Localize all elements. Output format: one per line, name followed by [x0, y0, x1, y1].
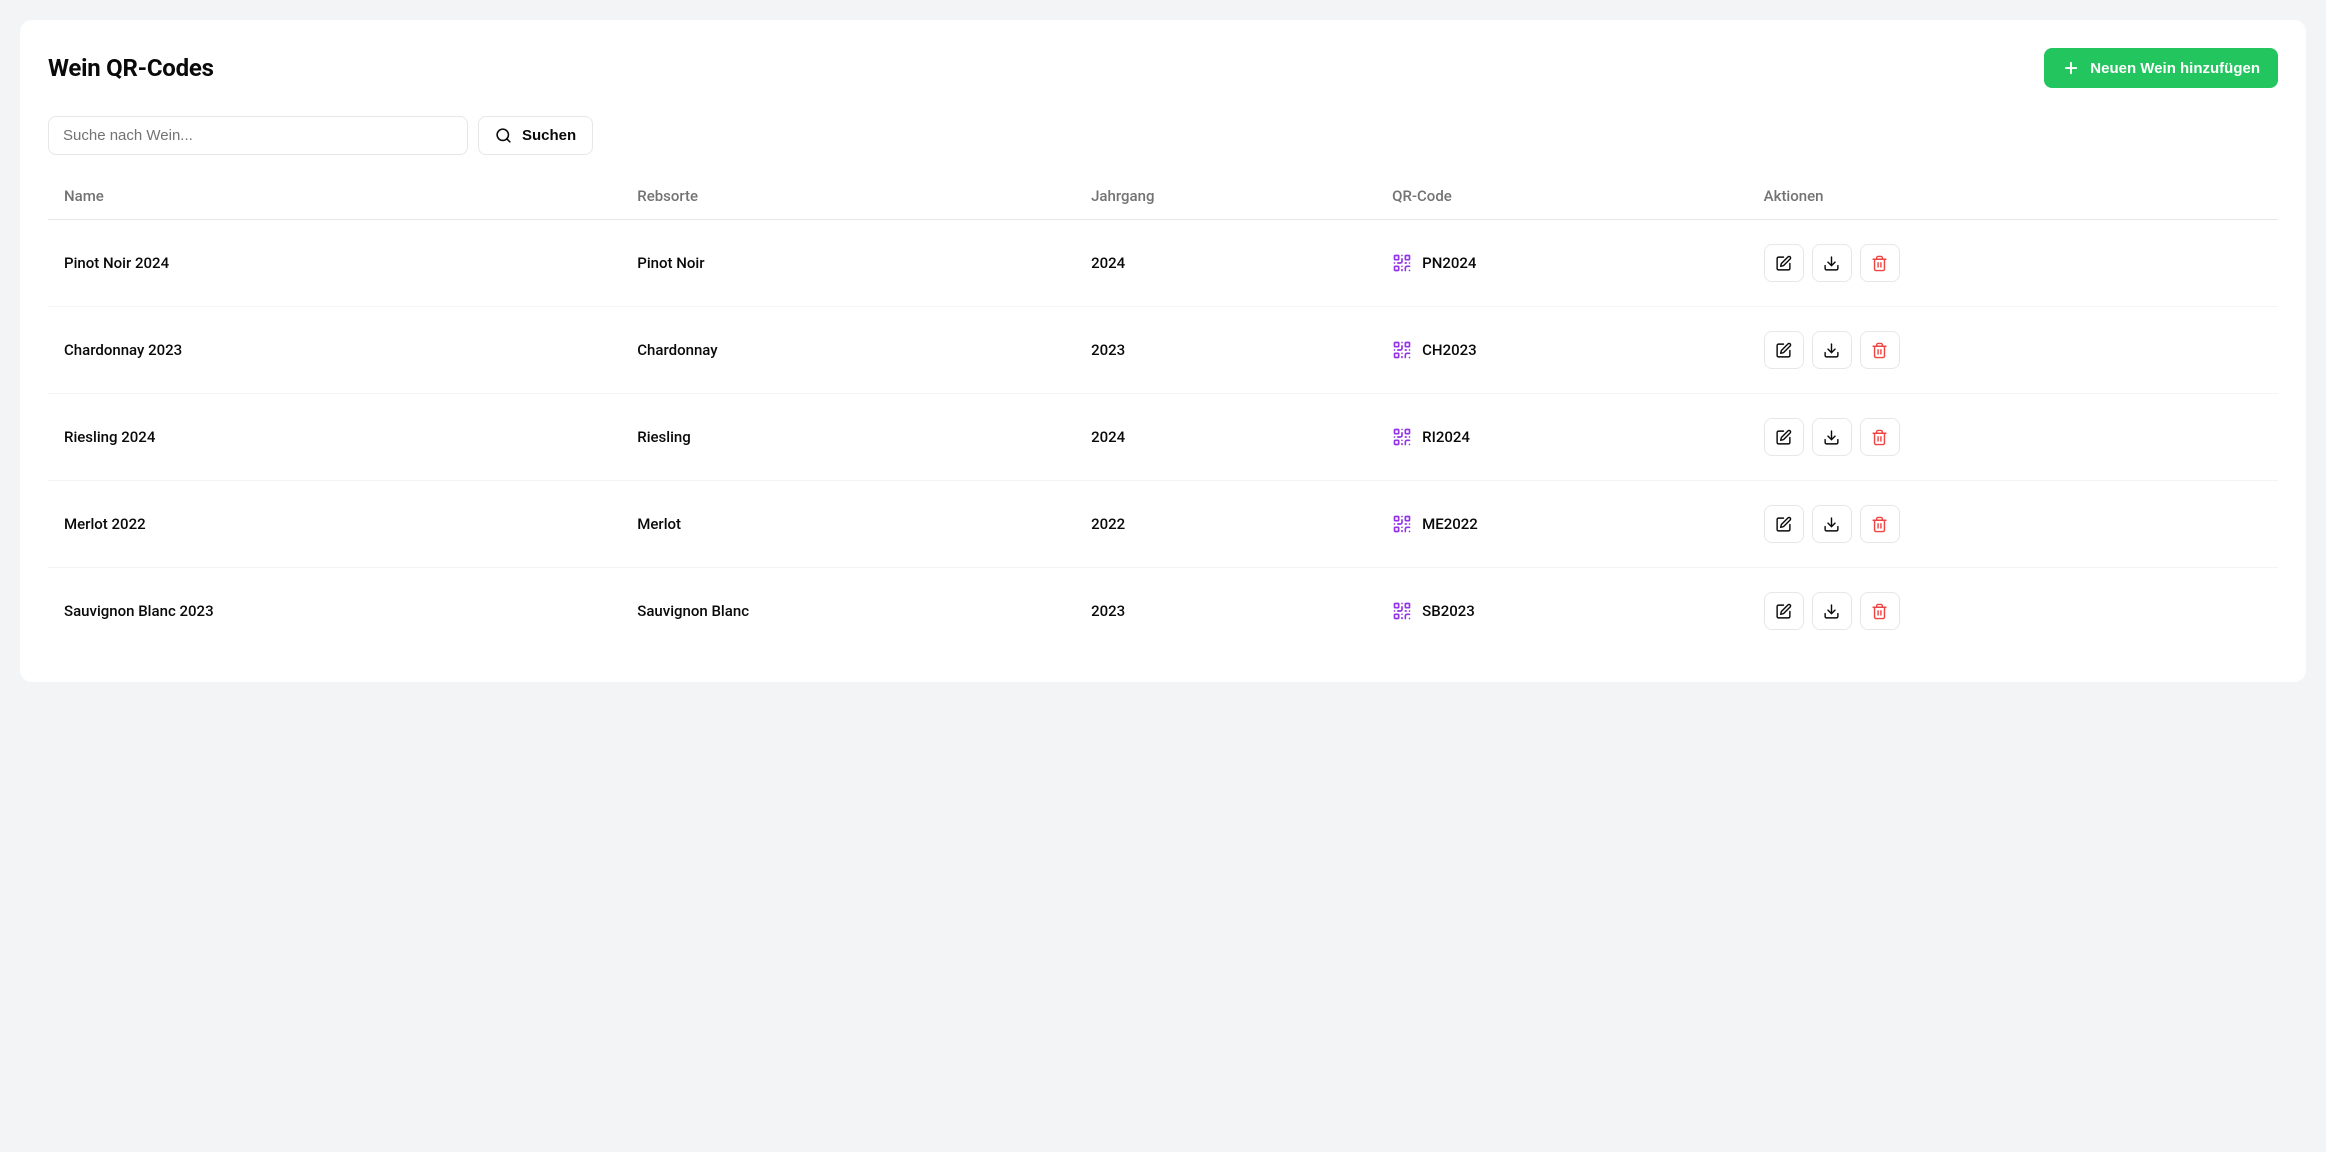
cell-qrcode: PN2024	[1376, 220, 1748, 307]
plus-icon	[2062, 59, 2080, 77]
cell-qrcode: ME2022	[1376, 481, 1748, 568]
qrcode-icon	[1392, 340, 1412, 360]
add-wine-button-label: Neuen Wein hinzufügen	[2090, 60, 2260, 77]
trash-icon	[1871, 516, 1888, 533]
search-button-label: Suchen	[522, 127, 576, 144]
download-button[interactable]	[1812, 331, 1852, 369]
cell-actions	[1748, 220, 2278, 307]
header: Wein QR-Codes Neuen Wein hinzufügen	[48, 48, 2278, 88]
cell-actions	[1748, 394, 2278, 481]
cell-name: Merlot 2022	[48, 481, 621, 568]
edit-button[interactable]	[1764, 505, 1804, 543]
cell-variety: Merlot	[621, 481, 1075, 568]
cell-qrcode: SB2023	[1376, 568, 1748, 655]
cell-variety: Sauvignon Blanc	[621, 568, 1075, 655]
qrcode-value: CH2023	[1422, 341, 1477, 359]
download-icon	[1823, 255, 1840, 272]
edit-button[interactable]	[1764, 331, 1804, 369]
cell-name: Riesling 2024	[48, 394, 621, 481]
column-header-actions: Aktionen	[1748, 173, 2278, 220]
download-icon	[1823, 516, 1840, 533]
page-title: Wein QR-Codes	[48, 54, 214, 82]
table-row: Riesling 2024 Riesling 2024	[48, 394, 2278, 481]
cell-name: Chardonnay 2023	[48, 307, 621, 394]
qrcode-value: PN2024	[1422, 254, 1476, 272]
qrcode-icon	[1392, 427, 1412, 447]
search-icon	[495, 127, 512, 144]
column-header-qrcode: QR-Code	[1376, 173, 1748, 220]
cell-qrcode: CH2023	[1376, 307, 1748, 394]
qrcode-value: ME2022	[1422, 515, 1478, 533]
delete-button[interactable]	[1860, 592, 1900, 630]
trash-icon	[1871, 255, 1888, 272]
edit-button[interactable]	[1764, 418, 1804, 456]
edit-icon	[1775, 603, 1792, 620]
column-header-name: Name	[48, 173, 621, 220]
cell-year: 2024	[1075, 394, 1376, 481]
cell-actions	[1748, 568, 2278, 655]
download-button[interactable]	[1812, 244, 1852, 282]
edit-button[interactable]	[1764, 244, 1804, 282]
wine-table: Name Rebsorte Jahrgang QR-Code Aktionen …	[48, 173, 2278, 654]
cell-year: 2024	[1075, 220, 1376, 307]
qrcode-value: RI2024	[1422, 428, 1470, 446]
download-icon	[1823, 603, 1840, 620]
table-row: Sauvignon Blanc 2023 Sauvignon Blanc 202…	[48, 568, 2278, 655]
trash-icon	[1871, 429, 1888, 446]
edit-icon	[1775, 516, 1792, 533]
qrcode-value: SB2023	[1422, 602, 1475, 620]
cell-name: Pinot Noir 2024	[48, 220, 621, 307]
qrcode-icon	[1392, 601, 1412, 621]
qrcode-icon	[1392, 514, 1412, 534]
search-button[interactable]: Suchen	[478, 116, 593, 155]
main-card: Wein QR-Codes Neuen Wein hinzufügen Such…	[20, 20, 2306, 682]
cell-year: 2023	[1075, 307, 1376, 394]
cell-actions	[1748, 307, 2278, 394]
cell-year: 2023	[1075, 568, 1376, 655]
download-button[interactable]	[1812, 505, 1852, 543]
delete-button[interactable]	[1860, 505, 1900, 543]
delete-button[interactable]	[1860, 331, 1900, 369]
cell-name: Sauvignon Blanc 2023	[48, 568, 621, 655]
edit-icon	[1775, 429, 1792, 446]
trash-icon	[1871, 342, 1888, 359]
delete-button[interactable]	[1860, 244, 1900, 282]
column-header-year: Jahrgang	[1075, 173, 1376, 220]
download-icon	[1823, 429, 1840, 446]
edit-icon	[1775, 255, 1792, 272]
table-row: Pinot Noir 2024 Pinot Noir 2024	[48, 220, 2278, 307]
cell-year: 2022	[1075, 481, 1376, 568]
cell-variety: Riesling	[621, 394, 1075, 481]
column-header-variety: Rebsorte	[621, 173, 1075, 220]
table-row: Merlot 2022 Merlot 2022	[48, 481, 2278, 568]
delete-button[interactable]	[1860, 418, 1900, 456]
cell-variety: Chardonnay	[621, 307, 1075, 394]
download-icon	[1823, 342, 1840, 359]
search-row: Suchen	[48, 116, 2278, 155]
add-wine-button[interactable]: Neuen Wein hinzufügen	[2044, 48, 2278, 88]
download-button[interactable]	[1812, 418, 1852, 456]
search-input[interactable]	[48, 116, 468, 155]
cell-qrcode: RI2024	[1376, 394, 1748, 481]
edit-button[interactable]	[1764, 592, 1804, 630]
download-button[interactable]	[1812, 592, 1852, 630]
cell-variety: Pinot Noir	[621, 220, 1075, 307]
trash-icon	[1871, 603, 1888, 620]
edit-icon	[1775, 342, 1792, 359]
qrcode-icon	[1392, 253, 1412, 273]
cell-actions	[1748, 481, 2278, 568]
table-row: Chardonnay 2023 Chardonnay 2023	[48, 307, 2278, 394]
